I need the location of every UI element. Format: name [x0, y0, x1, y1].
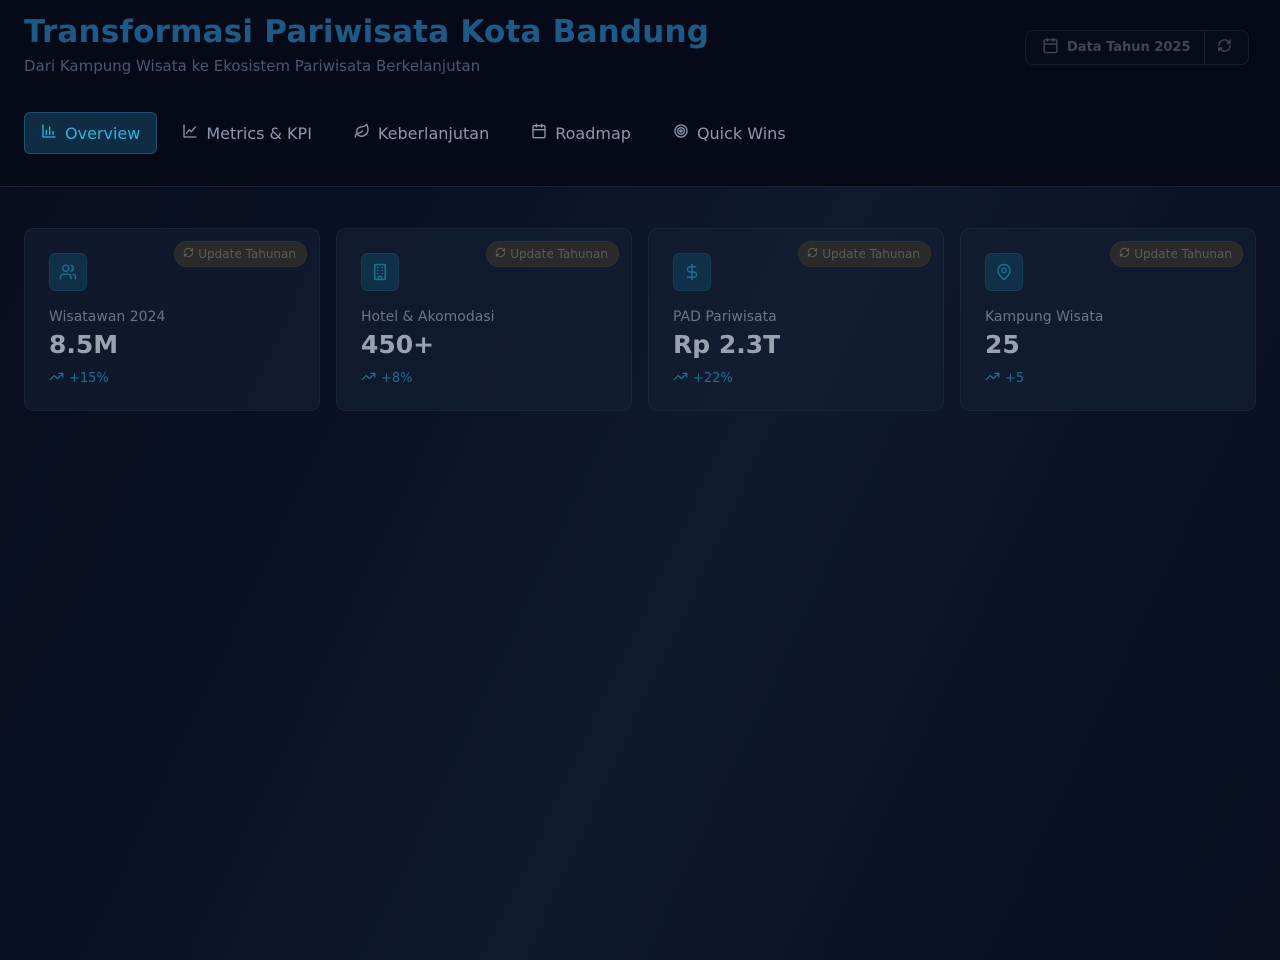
stat-card-wisatawan: Update Tahunan Wisatawan 2024 8.5M +15%: [24, 228, 320, 411]
calendar-icon: [1042, 37, 1059, 58]
tab-overview[interactable]: Overview: [24, 112, 158, 154]
trend-value: +5: [1005, 371, 1025, 386]
badge-label: Update Tahunan: [1134, 247, 1232, 261]
line-chart-icon: [182, 123, 198, 143]
tab-label: Metrics & KPI: [206, 123, 312, 143]
tab-quick-wins[interactable]: Quick Wins: [656, 112, 803, 154]
leaf-icon: [354, 123, 370, 143]
stat-card-kampung: Update Tahunan Kampung Wisata 25 +5: [960, 228, 1256, 411]
stat-value: 450+: [361, 330, 435, 359]
tab-keberlanjutan[interactable]: Keberlanjutan: [337, 112, 506, 154]
dollar-icon: [673, 253, 711, 291]
building-icon: [361, 253, 399, 291]
refresh-button[interactable]: [1205, 31, 1245, 64]
page-subtitle: Dari Kampung Wisata ke Ekosistem Pariwis…: [24, 57, 481, 75]
trending-up-icon: [985, 369, 1000, 388]
year-button[interactable]: Data Tahun 2025: [1026, 31, 1191, 64]
stat-trend: +15%: [49, 369, 109, 388]
stat-value: Rp 2.3T: [673, 330, 781, 359]
stat-card-hotel: Update Tahunan Hotel & Akomodasi 450+ +8…: [336, 228, 632, 411]
stat-label: Kampung Wisata: [985, 309, 1104, 325]
stat-value: 25: [985, 330, 1020, 359]
badge-label: Update Tahunan: [822, 247, 920, 261]
tab-label: Keberlanjutan: [377, 123, 490, 143]
refresh-icon: [1119, 247, 1130, 261]
target-icon: [673, 123, 689, 143]
tab-label: Roadmap: [555, 123, 631, 143]
badge-label: Update Tahunan: [198, 247, 296, 261]
refresh-icon: [1217, 38, 1232, 57]
stat-card-pad: Update Tahunan PAD Pariwisata Rp 2.3T +2…: [648, 228, 944, 411]
update-badge: Update Tahunan: [798, 241, 931, 267]
stat-trend: +8%: [361, 369, 413, 388]
update-badge: Update Tahunan: [486, 241, 619, 267]
tab-roadmap[interactable]: Roadmap: [514, 112, 648, 154]
tab-metrics-kpi[interactable]: Metrics & KPI: [165, 112, 329, 154]
stat-cards: Update Tahunan Wisatawan 2024 8.5M +15% …: [24, 228, 1256, 411]
year-button-label: Data Tahun 2025: [1067, 40, 1191, 55]
tab-label: Quick Wins: [696, 123, 786, 143]
refresh-icon: [807, 247, 818, 261]
stat-label: Hotel & Akomodasi: [361, 309, 495, 325]
page-title: Transformasi Pariwisata Kota Bandung: [24, 14, 710, 50]
tab-bar: Overview Metrics & KPI Keberlanjutan Roa…: [24, 112, 803, 154]
trending-up-icon: [361, 369, 376, 388]
refresh-icon: [183, 247, 194, 261]
trend-value: +8%: [381, 371, 413, 386]
update-badge: Update Tahunan: [174, 241, 307, 267]
stat-trend: +5: [985, 369, 1024, 388]
stat-label: PAD Pariwisata: [673, 309, 777, 325]
trend-value: +15%: [69, 371, 109, 386]
refresh-icon: [495, 247, 506, 261]
bar-chart-icon: [41, 123, 57, 143]
year-control: Data Tahun 2025: [1025, 30, 1249, 65]
tab-label: Overview: [65, 123, 141, 143]
trending-up-icon: [49, 369, 64, 388]
trending-up-icon: [673, 369, 688, 388]
badge-label: Update Tahunan: [510, 247, 608, 261]
users-icon: [49, 253, 87, 291]
stat-trend: +22%: [673, 369, 733, 388]
map-pin-icon: [985, 253, 1023, 291]
calendar-icon: [531, 123, 547, 143]
trend-value: +22%: [693, 371, 733, 386]
stat-value: 8.5M: [49, 330, 119, 359]
update-badge: Update Tahunan: [1110, 241, 1243, 267]
stat-label: Wisatawan 2024: [49, 309, 166, 325]
header: Transformasi Pariwisata Kota Bandung Dar…: [0, 0, 1280, 187]
